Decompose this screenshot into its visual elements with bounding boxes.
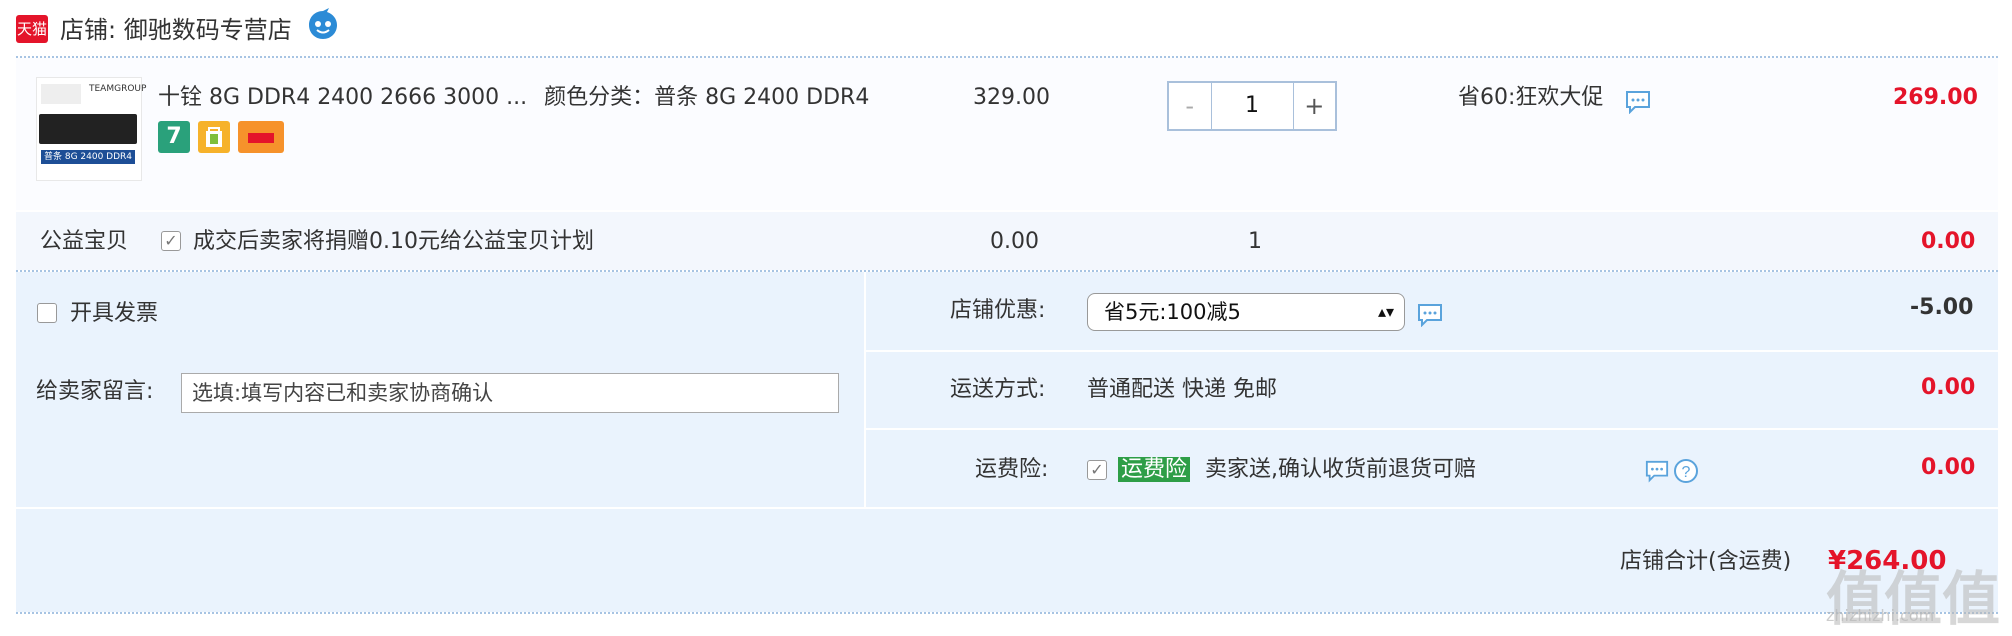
row-divider xyxy=(866,350,1998,352)
help-icon[interactable]: ? xyxy=(1673,458,1699,484)
chat-icon[interactable] xyxy=(305,8,341,44)
comment-icon[interactable] xyxy=(1625,90,1651,114)
promo-text: 省60:狂欢大促 xyxy=(1458,85,1604,110)
charity-subtotal: 0.00 xyxy=(1921,229,1976,254)
shop-guarantee-icon[interactable] xyxy=(198,121,230,153)
shipping-cost: 0.00 xyxy=(1921,375,1976,400)
card-stripe xyxy=(248,133,274,143)
product-thumbnail[interactable]: TEAMGROUP 普条 8G 2400 DDR4 xyxy=(36,77,146,181)
charity-label: 公益宝贝 xyxy=(40,229,129,254)
divider xyxy=(16,612,1998,614)
panel-divider xyxy=(864,272,866,508)
store-total-label: 店铺合计(含运费) xyxy=(1620,549,1792,574)
store-label: 店铺: xyxy=(60,16,117,44)
quantity-input[interactable]: 1 xyxy=(1210,83,1294,129)
thumb-caption: 普条 8G 2400 DDR4 xyxy=(41,150,135,164)
unit-price: 329.00 xyxy=(973,85,1050,110)
item-subtotal: 269.00 xyxy=(1893,85,1978,110)
option-label: 颜色分类： xyxy=(544,85,655,110)
store-discount-selected: 省5元:100减5 xyxy=(1104,300,1241,324)
ram-stick-image xyxy=(39,114,137,144)
insurance-label: 运费险: xyxy=(975,457,1049,482)
item-row xyxy=(16,58,1998,210)
quantity-stepper[interactable]: - 1 + xyxy=(1167,81,1337,131)
option-value: 普条 8G 2400 DDR4 xyxy=(654,85,870,110)
tmall-badge: 天猫 xyxy=(16,15,48,43)
credit-card-icon[interactable] xyxy=(238,121,284,153)
store-title[interactable]: 店铺: 御驰数码专营店 xyxy=(60,13,292,47)
increase-button[interactable]: + xyxy=(1294,83,1336,129)
charity-checkbox[interactable]: ✓ xyxy=(161,231,181,251)
store-discount-label: 店铺优惠: xyxy=(950,298,1046,323)
bag-icon xyxy=(206,127,222,147)
charity-desc: 成交后卖家将捐赠0.10元给公益宝贝计划 xyxy=(193,229,594,254)
item-title[interactable]: 十铨 8G DDR4 2400 2666 3000 ... xyxy=(158,85,527,110)
thumb-label-block xyxy=(41,84,81,104)
comment-icon[interactable] xyxy=(1645,459,1669,483)
comment-icon[interactable] xyxy=(1417,303,1443,327)
store-name[interactable]: 御驰数码专营店 xyxy=(124,16,292,44)
charity-qty: 1 xyxy=(1248,229,1262,254)
insurance-desc: 卖家送,确认收货前退货可赔 xyxy=(1205,457,1477,482)
select-arrows-icon: ▴▾ xyxy=(1377,302,1394,321)
insurance-line: 运费险 卖家送,确认收货前退货可赔 xyxy=(1118,454,1476,486)
store-discount-value: -5.00 xyxy=(1910,295,1974,320)
row-divider xyxy=(866,428,1998,430)
invoice-label[interactable]: 开具发票 xyxy=(70,298,158,330)
shipping-label: 运送方式: xyxy=(950,377,1046,402)
store-header xyxy=(0,0,2012,58)
shipping-method: 普通配送 快递 免邮 xyxy=(1087,377,1277,402)
insurance-tag: 运费险 xyxy=(1118,457,1191,482)
row-divider xyxy=(16,507,1998,509)
svg-text:?: ? xyxy=(1682,464,1691,481)
invoice-checkbox[interactable] xyxy=(37,303,57,323)
decrease-button[interactable]: - xyxy=(1169,83,1211,129)
item-title-line[interactable]: 十铨 8G DDR4 2400 2666 3000 ... 颜色分类：普条 8G… xyxy=(158,82,869,114)
insurance-cost: 0.00 xyxy=(1921,455,1976,480)
insurance-checkbox[interactable]: ✓ xyxy=(1087,460,1107,480)
charity-price: 0.00 xyxy=(990,229,1039,254)
watermark-url: zhizhizhi.com xyxy=(1826,606,1935,625)
message-label: 给卖家留言: xyxy=(36,379,154,404)
thumb-brand: TEAMGROUP xyxy=(89,84,147,94)
message-input[interactable]: 选填:填写内容已和卖家协商确认 xyxy=(181,373,839,413)
seven-day-return-icon[interactable]: 7 xyxy=(158,121,190,153)
store-discount-select[interactable]: 省5元:100减5 ▴▾ xyxy=(1087,293,1405,331)
